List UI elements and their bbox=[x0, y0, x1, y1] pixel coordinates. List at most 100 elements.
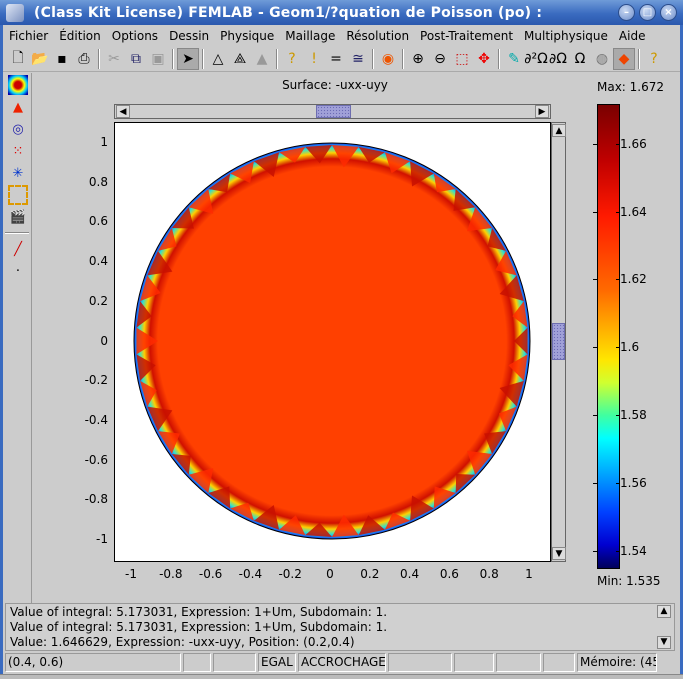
log-scrollbar[interactable]: ▲ ▼ bbox=[657, 605, 672, 649]
cross-section-point-icon[interactable]: · bbox=[8, 261, 28, 281]
colorbar-tick-label: 1.6 bbox=[592, 340, 640, 355]
close-button[interactable]: × bbox=[660, 4, 677, 21]
plot-type-toolbar: ▲ ◎ ⁙ ✳ 🎬 ╱ · bbox=[3, 73, 32, 603]
y-tick-label: -0.2 bbox=[84, 373, 108, 388]
subdomain-mode-icon[interactable]: Ω bbox=[569, 48, 591, 70]
zoom-extents-icon[interactable]: ✥ bbox=[473, 48, 495, 70]
menu-maillage[interactable]: Maillage bbox=[279, 29, 340, 43]
plot-mode-icon[interactable]: ◆ bbox=[613, 47, 635, 70]
cut-icon[interactable]: ✂ bbox=[103, 48, 125, 70]
x-tick-label: 0.8 bbox=[479, 567, 499, 581]
status-cell-empty bbox=[213, 653, 256, 672]
log-scroll-down-button[interactable]: ▼ bbox=[657, 636, 671, 649]
mesh-mode-icon[interactable]: ⟁ bbox=[229, 48, 251, 70]
menu-post-traitement[interactable]: Post-Traitement bbox=[414, 29, 518, 43]
y-tick-label: -0.6 bbox=[84, 452, 108, 467]
pointer-icon[interactable]: ➤ bbox=[177, 47, 199, 70]
scroll-right-button[interactable]: ▶ bbox=[535, 105, 549, 118]
minimize-button[interactable]: – bbox=[618, 4, 635, 21]
scroll-up-button[interactable]: ▲ bbox=[552, 124, 566, 137]
status-cell-empty bbox=[543, 653, 575, 672]
rim-spike bbox=[455, 474, 476, 494]
x-tick-label: 0 bbox=[326, 567, 334, 581]
y-tick-label: -0.8 bbox=[84, 492, 108, 507]
plot-area[interactable] bbox=[114, 122, 551, 562]
window-title: (Class Kit License) FEMLAB - Geom1/?quat… bbox=[34, 4, 543, 21]
paste-icon[interactable]: ▣ bbox=[147, 48, 169, 70]
window-frame-bottom bbox=[0, 674, 683, 679]
cross-section-line-icon[interactable]: ╱ bbox=[8, 239, 28, 259]
status-bar: (0.4, 0.6) EGAL ACCROCHAGE Mémoire: (45. bbox=[5, 653, 678, 672]
edge-mode-icon[interactable]: ∂Ω bbox=[547, 48, 569, 70]
colorbar-tick-label: 1.54 bbox=[593, 544, 647, 559]
status-egal[interactable]: EGAL bbox=[258, 653, 296, 672]
mesh-icon[interactable]: ◍ bbox=[591, 48, 613, 70]
status-coordinates: (0.4, 0.6) bbox=[5, 653, 181, 672]
menu-aide[interactable]: Aide bbox=[613, 29, 651, 43]
y-tick-label: -0.4 bbox=[84, 412, 108, 427]
status-cell-empty bbox=[388, 653, 452, 672]
draw-mode-icon[interactable]: △ bbox=[207, 48, 229, 70]
scroll-left-button[interactable]: ◀ bbox=[116, 105, 130, 118]
scalar-variables-icon[interactable]: ≅ bbox=[347, 48, 369, 70]
colorbar bbox=[597, 104, 620, 569]
menu-edition[interactable]: Édition bbox=[53, 29, 106, 43]
new-file-icon[interactable]: 🗋 bbox=[7, 48, 29, 70]
toolbar-separator bbox=[372, 48, 374, 69]
boundary-plot-icon[interactable] bbox=[8, 185, 28, 205]
scroll-down-button[interactable]: ▼ bbox=[552, 547, 566, 560]
surface-plot-icon[interactable] bbox=[8, 75, 28, 95]
animation-icon[interactable]: 🎬 bbox=[8, 207, 28, 227]
y-tick-label: 1 bbox=[100, 135, 108, 149]
open-folder-icon[interactable]: 📂 bbox=[29, 48, 51, 70]
vertical-scrollbar[interactable]: ▲ ▼ bbox=[551, 122, 566, 562]
menu-multiphysique[interactable]: Multiphysique bbox=[518, 29, 613, 43]
zoom-out-icon[interactable]: ⊖ bbox=[429, 48, 451, 70]
x-tick-label: 0.2 bbox=[360, 567, 380, 581]
status-memory: Mémoire: (45. bbox=[577, 653, 657, 672]
log-line: Value: 1.646629, Expression: -uxx-uyy, P… bbox=[10, 635, 355, 649]
contour-plot-icon[interactable]: ◎ bbox=[8, 119, 28, 139]
height-plot-icon[interactable]: ▲ bbox=[8, 97, 28, 117]
streamline-plot-icon[interactable]: ✳ bbox=[8, 163, 28, 183]
menu-options[interactable]: Options bbox=[106, 29, 163, 43]
x-tick-label: -0.4 bbox=[238, 567, 263, 581]
menu-resolution[interactable]: Résolution bbox=[340, 29, 414, 43]
horizontal-scroll-thumb[interactable] bbox=[316, 105, 351, 118]
colorbar-min-label: Min: 1.535 bbox=[597, 574, 661, 588]
copy-icon[interactable]: ⧉ bbox=[125, 48, 147, 70]
surface-plot bbox=[133, 142, 531, 540]
solve-icon[interactable]: ◉ bbox=[377, 48, 399, 70]
toolbar-separator bbox=[638, 48, 640, 69]
log-line: Value of integral: 5.173031, Expression:… bbox=[10, 620, 388, 634]
menu-dessin[interactable]: Dessin bbox=[163, 29, 214, 43]
status-accrochage[interactable]: ACCROCHAGE bbox=[298, 653, 386, 672]
boundary-mode-icon[interactable]: ∂²Ω bbox=[524, 48, 548, 70]
maximize-button[interactable]: □ bbox=[639, 4, 656, 21]
zoom-in-icon[interactable]: ⊕ bbox=[407, 48, 429, 70]
vertical-scroll-thumb[interactable] bbox=[552, 323, 565, 360]
y-tick-label: 0.6 bbox=[88, 214, 108, 229]
rim-spike bbox=[433, 173, 456, 193]
log-line: Value of integral: 5.173031, Expression:… bbox=[10, 605, 388, 619]
menu-fichier[interactable]: Fichier bbox=[3, 29, 53, 43]
print-icon[interactable]: ⎙ bbox=[73, 48, 95, 70]
zoom-window-icon[interactable]: ⬚ bbox=[451, 48, 473, 70]
toolbar-separator bbox=[498, 48, 500, 69]
boundary-settings-icon[interactable]: ? bbox=[281, 48, 303, 70]
log-scroll-up-button[interactable]: ▲ bbox=[657, 605, 671, 618]
horizontal-scrollbar[interactable]: ◀ ▶ bbox=[114, 104, 551, 119]
subdomain-settings-icon[interactable]: ! bbox=[303, 48, 325, 70]
arrow-plot-icon[interactable]: ⁙ bbox=[8, 141, 28, 161]
save-icon[interactable]: ▪ bbox=[51, 48, 73, 70]
status-cell-empty bbox=[183, 653, 211, 672]
app-icon bbox=[6, 3, 24, 22]
draw-line-icon[interactable]: ✎ bbox=[503, 48, 525, 70]
colorbar-tick-label: 1.64 bbox=[593, 204, 647, 219]
refine-mesh-icon[interactable]: ▲ bbox=[251, 48, 273, 70]
menu-physique[interactable]: Physique bbox=[214, 29, 279, 43]
point-settings-icon[interactable]: = bbox=[325, 48, 347, 70]
y-tick-label: -1 bbox=[96, 532, 108, 546]
message-log: Value of integral: 5.173031, Expression:… bbox=[5, 603, 675, 651]
help-icon[interactable]: ? bbox=[643, 48, 665, 70]
